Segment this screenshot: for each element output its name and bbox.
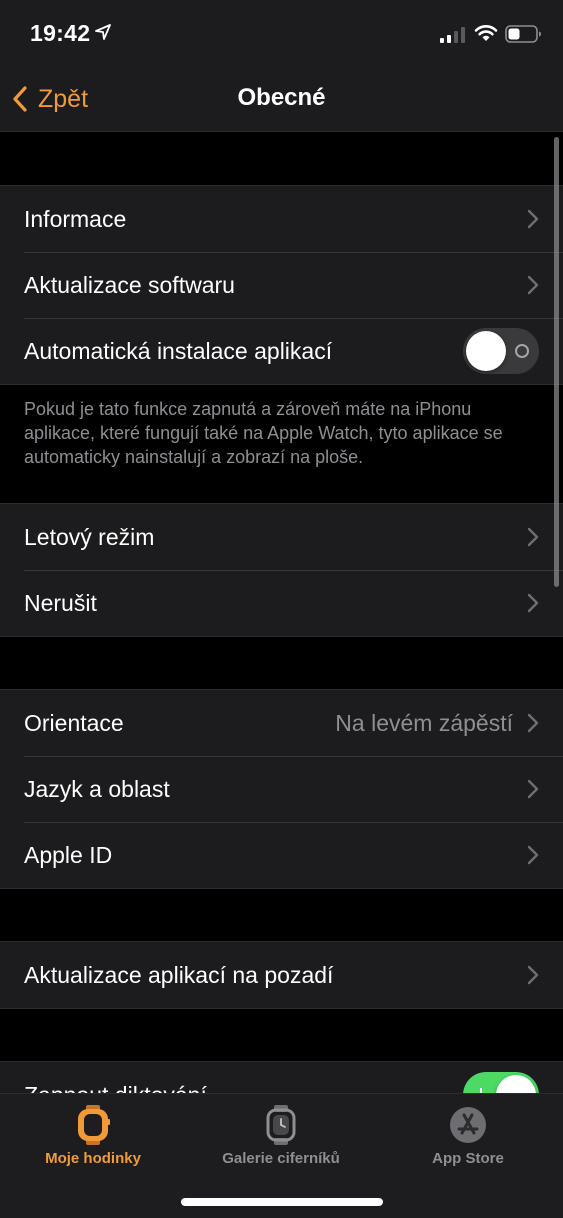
row-label: Zapnout diktování (24, 1082, 463, 1094)
navigation-bar: Zpět Obecné (0, 70, 563, 132)
row-label: Informace (24, 205, 127, 232)
row-label: Aktualizace aplikací na pozadí (24, 961, 334, 988)
battery-icon (505, 25, 541, 43)
tab-moje-hodinky[interactable]: Moje hodinky (3, 1104, 183, 1167)
row-informace[interactable]: Informace (0, 186, 563, 252)
row-label: Orientace (24, 709, 124, 736)
tab-label: App Store (432, 1150, 504, 1167)
row-aktualizace-softwaru[interactable]: Aktualizace softwaru (0, 252, 563, 318)
row-label: Apple ID (24, 841, 113, 868)
section-spacer (0, 1009, 563, 1061)
row-label: Jazyk a oblast (24, 775, 170, 802)
tab-label: Moje hodinky (45, 1150, 141, 1167)
row-value: Na levém zápěstí (335, 709, 513, 736)
page-title: Obecné (237, 84, 326, 111)
auto-install-toggle[interactable] (463, 328, 539, 374)
row-label: Letový režim (24, 523, 155, 550)
chevron-right-icon (527, 845, 539, 865)
row-nerusit[interactable]: Nerušit (0, 570, 563, 636)
watch-face-icon (266, 1105, 296, 1145)
status-bar: 19:42 (0, 0, 563, 70)
section-spacer (0, 889, 563, 941)
wifi-icon (474, 25, 498, 41)
settings-group-background: Aktualizace aplikací na pozadí (0, 941, 563, 1009)
tab-app-store[interactable]: App Store (378, 1104, 558, 1167)
chevron-right-icon (527, 275, 539, 295)
row-zapnout-diktovani: Zapnout diktování (0, 1062, 563, 1093)
settings-group-dictation: Zapnout diktování (0, 1061, 563, 1093)
chevron-right-icon (527, 209, 539, 229)
app-store-icon (450, 1107, 486, 1143)
toggle-knob (496, 1075, 536, 1093)
row-jazyk-a-oblast[interactable]: Jazyk a oblast (0, 756, 563, 822)
row-label: Nerušit (24, 589, 97, 616)
row-letovy-rezim[interactable]: Letový režim (0, 504, 563, 570)
home-indicator[interactable] (181, 1198, 383, 1206)
status-time: 19:42 (30, 20, 91, 46)
settings-group-region: Orientace Na levém zápěstí Jazyk a oblas… (0, 689, 563, 889)
chevron-right-icon (527, 713, 539, 733)
scroll-indicator (554, 137, 559, 587)
chevron-right-icon (527, 779, 539, 799)
chevron-right-icon (527, 965, 539, 985)
chevron-right-icon (527, 527, 539, 547)
row-apple-id[interactable]: Apple ID (0, 822, 563, 888)
toggle-off-mark (515, 344, 529, 358)
settings-list[interactable]: Informace Aktualizace softwaru Automatic… (0, 133, 563, 1093)
tab-bar: Moje hodinky Galerie ciferníků App Store (0, 1093, 563, 1218)
settings-group-general: Informace Aktualizace softwaru Automatic… (0, 185, 563, 385)
tab-label: Galerie ciferníků (222, 1150, 340, 1167)
toggle-knob (466, 331, 506, 371)
row-label: Automatická instalace aplikací (24, 337, 333, 364)
row-automaticka-instalace: Automatická instalace aplikací (0, 318, 563, 384)
chevron-right-icon (527, 593, 539, 613)
watch-icon (78, 1105, 110, 1145)
settings-group-modes: Letový režim Nerušit (0, 503, 563, 637)
dictation-toggle[interactable] (463, 1072, 539, 1093)
row-aktualizace-na-pozadi[interactable]: Aktualizace aplikací na pozadí (0, 942, 563, 1008)
row-orientace[interactable]: Orientace Na levém zápěstí (0, 690, 563, 756)
row-label: Aktualizace softwaru (24, 271, 235, 298)
cellular-signal-icon (440, 27, 465, 43)
section-spacer (0, 133, 563, 185)
location-arrow-icon (95, 24, 111, 40)
section-spacer (0, 637, 563, 689)
tab-galerie-ciferniku[interactable]: Galerie ciferníků (191, 1104, 371, 1167)
auto-install-footer: Pokud je tato funkce zapnutá a zároveň m… (0, 385, 563, 503)
